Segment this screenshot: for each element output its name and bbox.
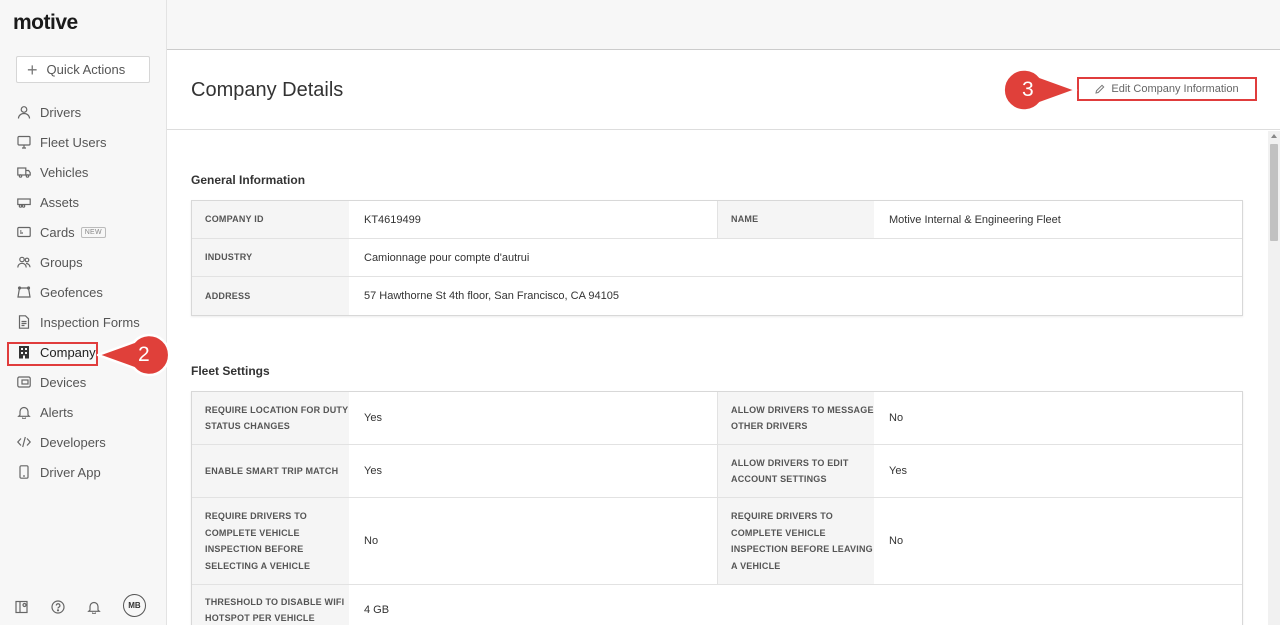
sidebar-nav: Drivers Fleet Users Vehicles Assets Card… <box>0 97 167 487</box>
name-label: NAME <box>717 201 874 238</box>
sidebar-item-label: Groups <box>40 254 83 270</box>
map-icon[interactable] <box>15 600 29 614</box>
setting-label: REQUIRE DRIVERS TO COMPLETE VEHICLE INSP… <box>192 498 349 584</box>
card-icon <box>17 225 31 239</box>
sidebar-item-label: Vehicles <box>40 164 89 180</box>
bell-icon <box>17 405 31 419</box>
name-value: Motive Internal & Engineering Fleet <box>889 213 1061 226</box>
industry-value: Camionnage pour compte d'autrui <box>364 251 530 264</box>
sidebar-item-label: Driver App <box>40 464 101 480</box>
company-highlight-box <box>7 342 98 366</box>
setting-value: Yes <box>364 465 382 477</box>
industry-label: INDUSTRY <box>192 239 349 276</box>
vertical-scrollbar[interactable] <box>1268 131 1280 625</box>
step-number-3: 3 <box>1022 78 1034 101</box>
main-content: General Information COMPANY ID KT4619499… <box>167 131 1267 625</box>
plus-icon: + <box>27 59 38 80</box>
company-id-value: KT4619499 <box>364 213 421 226</box>
setting-value: 4 GB <box>364 604 390 616</box>
table-row: ADDRESS 57 Hawthorne St 4th floor, San F… <box>192 277 1242 315</box>
table-row: INDUSTRY Camionnage pour compte d'autrui <box>192 239 1242 277</box>
sidebar-item-label: Devices <box>40 374 87 390</box>
setting-label: THRESHOLD TO DISABLE WIFI HOTSPOT PER VE… <box>192 585 349 625</box>
step-number-2: 2 <box>138 343 150 366</box>
step-marker-2: 2 <box>96 333 178 377</box>
setting-value: Yes <box>364 412 382 424</box>
step-marker-3: 3 <box>996 67 1078 113</box>
sidebar-item-fleet-users[interactable]: Fleet Users <box>0 127 167 157</box>
quick-actions-label: Quick Actions <box>46 62 126 77</box>
monitor-icon <box>17 135 31 149</box>
company-id-label: COMPANY ID <box>192 201 349 238</box>
sidebar-item-label: Fleet Users <box>40 134 107 150</box>
setting-label: ALLOW DRIVERS TO EDIT ACCOUNT SETTINGS <box>717 445 874 497</box>
table-row: ENABLE SMART TRIP MATCH Yes ALLOW DRIVER… <box>192 445 1242 498</box>
setting-label: ALLOW DRIVERS TO MESSAGE OTHER DRIVERS <box>717 392 874 444</box>
sidebar-item-assets[interactable]: Assets <box>0 187 167 217</box>
sidebar-item-groups[interactable]: Groups <box>0 247 167 277</box>
sidebar-item-driver-app[interactable]: Driver App <box>0 457 167 487</box>
table-row: COMPANY ID KT4619499 NAME Motive Interna… <box>192 201 1242 239</box>
sidebar-item-label: Developers <box>40 434 106 450</box>
setting-label: REQUIRE LOCATION FOR DUTY STATUS CHANGES <box>192 392 349 444</box>
truck-icon <box>17 165 31 179</box>
group-icon <box>17 255 31 269</box>
setting-label: REQUIRE DRIVERS TO COMPLETE VEHICLE INSP… <box>717 498 874 584</box>
sidebar-item-geofences[interactable]: Geofences <box>0 277 167 307</box>
device-icon <box>17 375 31 389</box>
setting-value: No <box>889 412 904 424</box>
sidebar-item-alerts[interactable]: Alerts <box>0 397 167 427</box>
notification-bell-icon[interactable] <box>87 600 101 614</box>
page-title: Company Details <box>191 79 344 101</box>
setting-value: No <box>889 535 904 547</box>
setting-label: ENABLE SMART TRIP MATCH <box>192 445 349 497</box>
document-icon <box>17 315 31 329</box>
sidebar-item-label: Cards <box>40 224 75 240</box>
motive-logo[interactable]: motive <box>13 11 78 35</box>
fleet-settings-title: Fleet Settings <box>191 364 270 378</box>
sidebar-item-drivers[interactable]: Drivers <box>0 97 167 127</box>
address-value: 57 Hawthorne St 4th floor, San Francisco… <box>364 290 619 302</box>
sidebar-footer: MB <box>15 594 146 617</box>
page-header: Company Details Edit Company Information <box>167 50 1280 130</box>
sidebar-item-label: Drivers <box>40 104 82 120</box>
sidebar-item-cards[interactable]: Cards NEW <box>0 217 167 247</box>
sidebar-item-vehicles[interactable]: Vehicles <box>0 157 167 187</box>
general-information-table: COMPANY ID KT4619499 NAME Motive Interna… <box>191 200 1243 316</box>
edit-company-information-button[interactable]: Edit Company Information <box>1077 77 1257 101</box>
person-icon <box>17 105 31 119</box>
trailer-icon <box>17 195 31 209</box>
sidebar-item-label: Geofences <box>40 284 103 300</box>
sidebar-item-developers[interactable]: Developers <box>0 427 167 457</box>
address-label: ADDRESS <box>192 277 349 315</box>
setting-value: Yes <box>889 465 907 477</box>
help-icon[interactable] <box>51 599 65 614</box>
pencil-icon <box>1095 84 1105 94</box>
geofence-icon <box>17 285 31 299</box>
quick-actions-button[interactable]: + Quick Actions <box>16 56 150 83</box>
sidebar-item-label: Inspection Forms <box>40 314 140 330</box>
scroll-up-arrow-icon[interactable] <box>1271 134 1277 138</box>
scrollbar-thumb[interactable] <box>1270 144 1278 241</box>
sidebar-item-label: Alerts <box>40 404 74 420</box>
table-row: THRESHOLD TO DISABLE WIFI HOTSPOT PER VE… <box>192 585 1242 625</box>
fleet-settings-table: REQUIRE LOCATION FOR DUTY STATUS CHANGES… <box>191 391 1243 625</box>
table-row: REQUIRE DRIVERS TO COMPLETE VEHICLE INSP… <box>192 498 1242 585</box>
table-row: REQUIRE LOCATION FOR DUTY STATUS CHANGES… <box>192 392 1242 445</box>
new-badge: NEW <box>80 226 106 238</box>
setting-value: No <box>364 535 379 547</box>
sidebar: motive + Quick Actions Drivers Fleet Use… <box>0 0 167 625</box>
top-bar <box>167 0 1280 50</box>
user-avatar[interactable]: MB <box>123 594 146 617</box>
phone-icon <box>17 465 31 479</box>
edit-button-label: Edit Company Information <box>1111 83 1239 95</box>
code-icon <box>17 435 31 449</box>
general-information-title: General Information <box>191 173 306 187</box>
sidebar-item-label: Assets <box>40 194 80 210</box>
